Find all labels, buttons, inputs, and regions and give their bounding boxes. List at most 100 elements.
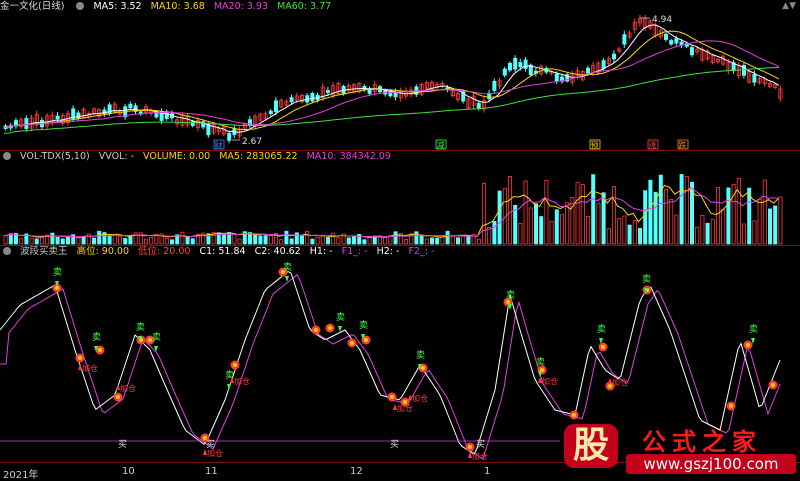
volume-bar [3,235,8,245]
volume-bar [97,230,102,245]
add-position-label: 加仓 [412,393,428,403]
signal-flower-center [572,413,576,417]
candle-body [325,90,330,93]
signal-flower-center [364,338,368,342]
signal-flower-center [314,328,318,332]
volume-bar [367,237,372,245]
add-position-label: 加仓 [542,376,558,386]
watermark: 股 公式之家 www.gszj100.com [560,418,800,479]
volume-bar [424,238,429,245]
volume-bar [622,215,627,245]
volume-bar [351,236,356,245]
volume-bar [492,221,497,245]
volume-bar [700,215,705,245]
volume-bar [716,187,721,245]
event-marker-label: 跌 [679,140,687,150]
volume-bar [299,235,304,245]
sell-signal-label: 卖 [136,322,145,333]
volume-bar [445,230,450,245]
volume-bar [123,238,128,245]
signal-flower-center [233,363,237,367]
candle-body [268,110,273,115]
volume-bar [149,237,154,245]
volume-bar [107,235,112,245]
volume-bar [253,233,258,245]
candle-body [24,118,29,129]
candle-body [690,47,695,56]
volume-bar [112,234,117,245]
add-position-label: 加仓 [612,377,628,387]
signal-flower-center [729,404,733,408]
candle-body [554,73,559,82]
candle-body [669,40,674,45]
volume-bar [742,223,747,245]
volume-bar [8,233,13,245]
add-position-label: 加仓 [82,363,98,373]
volume-bar [284,230,289,245]
volume-bar [419,234,424,245]
candle-body [310,92,315,102]
candle-body [227,132,232,141]
x-tick-label: 12 [350,466,363,477]
candle-body [289,97,294,103]
volume-bar [679,174,684,245]
volume-bar [596,203,601,245]
volume-bar [518,222,523,245]
volume-bar [721,209,726,245]
event-marker-label: 预 [591,140,599,150]
volume-bar [143,238,148,245]
volume-bar [632,220,637,245]
candle-body [502,68,507,76]
logo: 股 [564,424,618,468]
signal-flower-center [421,366,425,370]
volume-bar [362,239,367,245]
volume-bar [612,186,617,245]
volume-bar [554,209,559,245]
volume-bar [76,237,81,245]
add-position-label: 加仓 [397,403,413,413]
buy-signal-label: 买 [118,439,127,450]
volume-bar [481,182,486,245]
volume-bar [50,232,55,245]
volume-bar [575,181,580,245]
volume-bar [684,176,689,245]
volume-bar [232,233,237,245]
volume-bar [638,227,643,245]
signal-flower-center [328,326,332,330]
sell-signal-label: 卖 [597,324,606,335]
candle-body [76,112,81,119]
volume-bar [169,239,174,245]
signal-flower-center [771,383,775,387]
sell-signal-label: 卖 [283,262,292,273]
down-arrow-icon [338,326,342,332]
candle-body [622,34,627,45]
low-price-label: 2.67 [242,137,262,147]
buy-signal-label: 买 [476,439,485,450]
down-arrow-icon [227,384,231,390]
site-url: www.gszj100.com [626,454,796,474]
volume-bar [414,231,419,245]
volume-bar [565,202,570,245]
volume-bar [331,232,336,245]
volume-bar [237,238,242,245]
chart-canvas[interactable]: 4.942.67财减预涨跌卖卖卖卖卖卖卖卖卖卖卖卖卖卖加仓加仓加仓加仓加仓加仓加… [0,0,800,479]
candle-body [128,103,133,109]
volume-bar [528,207,533,245]
volume-bar [658,174,663,245]
sell-signal-label: 卖 [53,267,62,278]
volume-bar [710,219,715,245]
volume-bar [549,220,554,245]
volume-bar [315,236,320,245]
sell-signal-label: 卖 [642,274,651,285]
x-tick-label: 1 [484,466,491,477]
volume-bar [534,203,539,245]
high-price-label: 4.94 [652,15,672,25]
volume-bar [695,226,700,245]
volume-bar [674,214,679,245]
volume-bar [648,179,653,245]
volume-bar [55,236,60,245]
volume-bar [757,199,762,245]
add-position-label: 加仓 [472,451,488,461]
volume-bar [336,237,341,245]
volume-bar [617,218,622,245]
